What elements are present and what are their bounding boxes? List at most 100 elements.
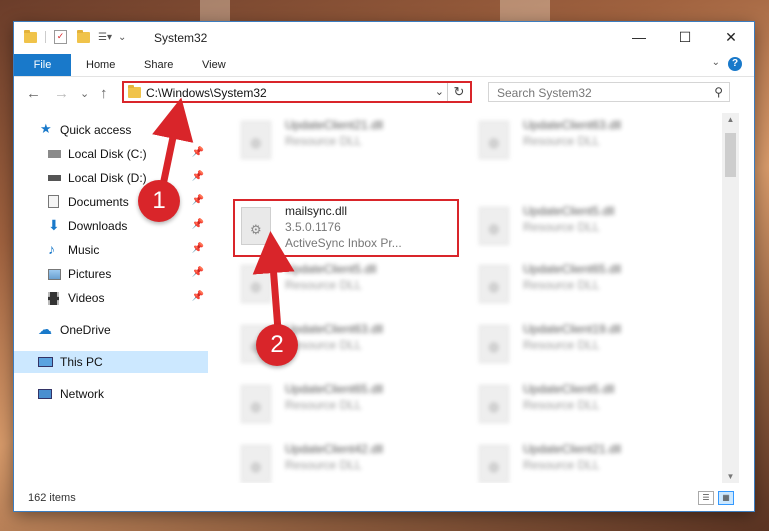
sidebar-item-label: Downloads	[68, 219, 128, 233]
file-description: Resource DLL	[523, 338, 600, 352]
tab-share[interactable]: Share	[144, 54, 173, 76]
file-name: UpdateClient42.dll	[285, 442, 384, 456]
search-input[interactable]: Search System32 ⚲	[488, 82, 730, 102]
dll-file-icon	[479, 385, 509, 423]
close-button[interactable]: ✕	[708, 22, 754, 52]
expand-ribbon-icon[interactable]: ⌄	[712, 57, 720, 68]
tab-file[interactable]: File	[14, 54, 71, 76]
search-placeholder[interactable]: Search System32	[497, 86, 592, 100]
minimize-button[interactable]: —	[616, 22, 662, 52]
file-name: UpdateClient63.dll	[285, 322, 384, 336]
download-icon: ⬇	[48, 217, 60, 233]
search-icon[interactable]: ⚲	[714, 85, 723, 99]
pictures-icon	[48, 269, 61, 280]
file-description: Resource DLL	[523, 220, 600, 234]
dll-file-icon	[241, 207, 271, 245]
sidebar-item-local-disk-c[interactable]: Local Disk (C:) 📌	[14, 143, 208, 165]
sidebar-item-local-disk-d[interactable]: Local Disk (D:) 📌	[14, 167, 208, 189]
list-item[interactable]: UpdateClient65.dll Resource DLL	[471, 261, 701, 313]
sidebar-item-videos[interactable]: Videos 📌	[14, 287, 208, 309]
file-description: Resource DLL	[285, 134, 362, 148]
list-item[interactable]: UpdateClient5.dll Resource DLL	[233, 261, 463, 313]
pin-icon[interactable]: 📌	[192, 291, 204, 302]
back-icon[interactable]: ←	[26, 85, 41, 102]
scroll-down-icon[interactable]: ▼	[722, 472, 739, 481]
pin-icon[interactable]: 📌	[192, 243, 204, 254]
details-view-icon[interactable]: ☰	[698, 491, 714, 505]
list-item[interactable]: UpdateClient63.dll Resource DLL	[471, 117, 701, 169]
pin-icon[interactable]: 📌	[192, 171, 204, 182]
help-icon[interactable]: ?	[728, 57, 742, 71]
file-description: Resource DLL	[523, 134, 600, 148]
status-bar: 162 items ☰ ▦	[14, 487, 754, 511]
address-text[interactable]: C:\Windows\System32	[146, 86, 267, 100]
forward-icon[interactable]: →	[54, 85, 69, 102]
new-folder-icon[interactable]	[77, 29, 90, 43]
folder-icon	[24, 29, 37, 43]
customize-toolbar-icon[interactable]: ☰▾	[98, 32, 112, 43]
sidebar-item-label: Videos	[68, 291, 105, 305]
sidebar-item-quick-access[interactable]: ★ Quick access	[14, 119, 208, 141]
refresh-icon[interactable]: ↻	[447, 83, 470, 101]
list-item[interactable]: UpdateClient21.dll Resource DLL	[471, 441, 701, 483]
up-icon[interactable]: ↑	[100, 85, 108, 102]
file-name: UpdateClient65.dll	[523, 262, 622, 276]
file-name: UpdateClient21.dll	[285, 118, 384, 132]
properties-icon[interactable]: ✓	[54, 30, 67, 44]
file-name: UpdateClient63.dll	[523, 118, 622, 132]
sidebar-item-label: Local Disk (D:)	[68, 171, 147, 185]
sidebar-item-label: This PC	[60, 355, 103, 369]
list-item[interactable]: UpdateClient5.dll Resource DLL	[471, 203, 701, 255]
scroll-up-icon[interactable]: ▲	[722, 115, 739, 124]
sidebar-item-label: Pictures	[68, 267, 112, 281]
tab-view[interactable]: View	[202, 54, 226, 76]
recent-locations-icon[interactable]: ⌄	[80, 87, 89, 100]
vertical-scrollbar[interactable]: ▲ ▼	[722, 113, 739, 483]
dll-file-icon	[479, 325, 509, 363]
list-item[interactable]: UpdateClient21.dll Resource DLL	[233, 117, 463, 169]
maximize-button[interactable]: ☐	[662, 22, 708, 52]
dll-file-icon	[479, 265, 509, 303]
file-description: Resource DLL	[523, 278, 600, 292]
sidebar-item-downloads[interactable]: ⬇ Downloads 📌	[14, 215, 208, 237]
file-description: Resource DLL	[285, 278, 362, 292]
scroll-thumb[interactable]	[725, 133, 736, 177]
dll-file-icon	[479, 121, 509, 159]
large-icons-view-icon[interactable]: ▦	[718, 491, 734, 505]
file-name: UpdateClient21.dll	[523, 442, 622, 456]
sidebar-item-onedrive[interactable]: ☁ OneDrive	[14, 319, 208, 341]
list-item-mailsync[interactable]: mailsync.dll 3.5.0.1176 ActiveSync Inbox…	[233, 203, 463, 255]
sidebar-item-network[interactable]: Network	[14, 383, 208, 405]
file-name: UpdateClient19.dll	[523, 322, 622, 336]
tab-home[interactable]: Home	[86, 54, 115, 76]
videos-icon	[48, 292, 59, 305]
dll-file-icon	[479, 207, 509, 245]
file-name: UpdateClient65.dll	[285, 382, 384, 396]
sidebar-item-label: Local Disk (C:)	[68, 147, 147, 161]
list-item[interactable]: UpdateClient5.dll Resource DLL	[471, 381, 701, 433]
window-title: System32	[154, 31, 208, 45]
list-item[interactable]: UpdateClient65.dll Resource DLL	[233, 381, 463, 433]
pin-icon[interactable]: 📌	[192, 219, 204, 230]
list-item[interactable]: UpdateClient42.dll Resource DLL	[233, 441, 463, 483]
document-icon	[48, 195, 59, 208]
pin-icon[interactable]: 📌	[192, 195, 204, 206]
dll-file-icon	[479, 445, 509, 483]
address-dropdown-icon[interactable]: ⌄	[435, 85, 444, 98]
pin-icon[interactable]: 📌	[192, 147, 204, 158]
drive-icon	[48, 175, 61, 181]
network-icon	[38, 389, 52, 399]
list-item[interactable]: UpdateClient19.dll Resource DLL	[471, 321, 701, 373]
title-bar: ✓ ☰▾ ⌄ System32 — ☐ ✕	[14, 22, 754, 54]
file-name: UpdateClient5.dll	[285, 262, 377, 276]
address-bar[interactable]: C:\Windows\System32 ⌄ ↻	[122, 81, 472, 103]
separator	[45, 31, 46, 43]
sidebar-item-pictures[interactable]: Pictures 📌	[14, 263, 208, 285]
sidebar-item-label: Music	[68, 243, 100, 257]
sidebar-item-music[interactable]: ♪ Music 📌	[14, 239, 208, 261]
sidebar-item-label: OneDrive	[60, 323, 111, 337]
pin-icon[interactable]: 📌	[192, 267, 204, 278]
dll-file-icon	[241, 121, 271, 159]
sidebar-item-this-pc[interactable]: This PC	[14, 351, 208, 373]
toolbar-dropdown-icon[interactable]: ⌄	[118, 32, 126, 43]
